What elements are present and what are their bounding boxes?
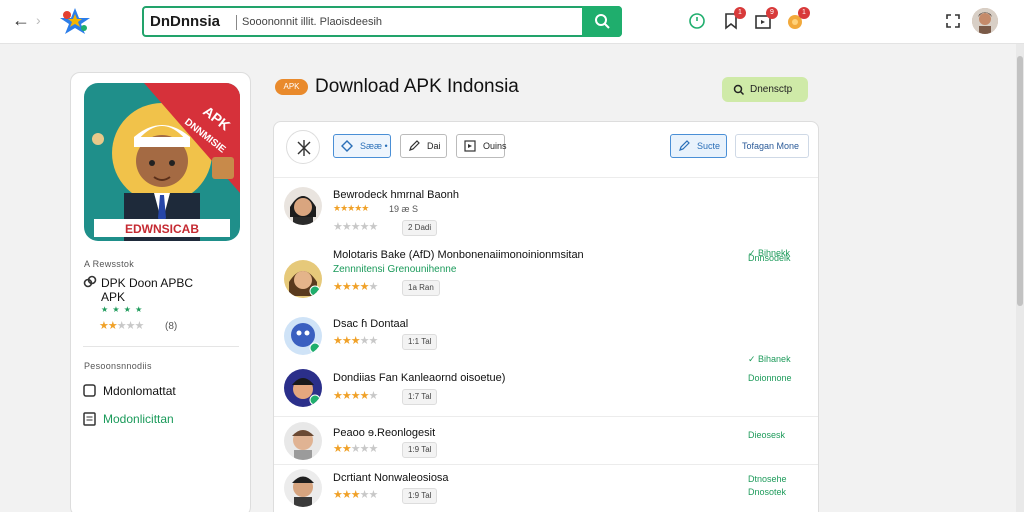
notification-badge: 1 xyxy=(734,7,746,19)
search-button[interactable] xyxy=(582,6,622,37)
coins-button[interactable]: 1 xyxy=(786,7,810,30)
app-avatar xyxy=(284,422,322,460)
pencil-icon xyxy=(409,140,420,151)
forward-arrow-icon[interactable]: › xyxy=(36,12,41,28)
app-title: Dcrtiant Nonwaleosiosa xyxy=(333,472,449,484)
size-chip: 2 Dadi xyxy=(402,220,438,236)
sort-button[interactable]: Tofagan Mone xyxy=(735,134,809,158)
edit-button-label: Dai xyxy=(427,141,441,151)
app-banner-image[interactable]: APK DNNMISIE EDWNSICAB xyxy=(84,83,240,241)
app-title: Peaoo ɘ.Reonlogesit xyxy=(333,427,436,439)
search-brand-label: DnDnnsia xyxy=(150,13,221,30)
row-divider xyxy=(274,464,818,465)
app-title: Molotaris Bake (AfD) Monbonenaiimonoinio… xyxy=(333,249,584,261)
section-label-permissions: Pesoonsnnodiis xyxy=(84,361,152,371)
download-label: Dtnosehe xyxy=(748,474,787,484)
bookmark-button[interactable]: 1 xyxy=(722,7,746,30)
rating-stars: ★★★★★ xyxy=(333,443,378,455)
size-chip: 1:9 Tal xyxy=(402,442,438,458)
apk-pill-badge: APK xyxy=(275,79,308,95)
search-bar: DnDnnsia xyxy=(142,6,622,37)
download-action-label: Dnensctp xyxy=(750,84,793,95)
app-rating-stars: ★★★★★ xyxy=(99,320,144,332)
checkbox-icon[interactable] xyxy=(83,384,96,400)
rating-stars: ★★★★★ xyxy=(333,203,369,213)
rating-stars: ★★★★★ xyxy=(333,335,378,347)
rating-count: (8) xyxy=(165,321,178,332)
site-logo[interactable] xyxy=(58,6,92,36)
clock-icon[interactable] xyxy=(688,12,706,30)
document-icon xyxy=(83,412,96,429)
notification-badge: 1 xyxy=(798,7,810,19)
rating-stars: ★★★★★ xyxy=(333,390,378,402)
extra-right-label: Doionnone xyxy=(748,373,792,383)
back-arrow-icon[interactable]: ← xyxy=(12,10,32,30)
edit-button[interactable]: Dai xyxy=(400,134,447,158)
extra-right-label: Dnosotek xyxy=(748,487,787,497)
app-name-line1[interactable]: DPK Doon APBC xyxy=(101,276,193,290)
share-button[interactable]: Sucte xyxy=(670,134,727,158)
filter-dropdown-label: Sææ • xyxy=(360,141,388,151)
banner-bottom-text: EDWNSICAB xyxy=(125,222,199,236)
search-icon xyxy=(595,14,610,29)
extra-right-label: Dnnsodeik xyxy=(748,253,791,263)
divider xyxy=(83,346,239,347)
search-input[interactable] xyxy=(242,12,578,32)
app-list-card: Sææ • Dai Ouins Sucte Tofagan Mone Bewro… xyxy=(273,121,819,512)
settings-button[interactable] xyxy=(286,130,320,164)
rating-stars: ★★★★★ xyxy=(333,489,378,501)
asterisk-icon xyxy=(297,140,311,156)
size-chip: 1:9 Tal xyxy=(402,488,438,504)
size-chip: 1:1 Tal xyxy=(402,334,438,350)
user-avatar[interactable] xyxy=(972,8,998,34)
filter-dropdown-button[interactable]: Sææ • xyxy=(333,134,391,158)
row-divider xyxy=(274,416,818,417)
app-title: Bewrodeck hmrnal Baonh xyxy=(333,189,459,201)
diamond-icon xyxy=(341,140,353,152)
top-bar: ← › DnDnnsia 1 9 xyxy=(0,0,1024,44)
app-avatar xyxy=(284,369,322,407)
sort-button-label: Tofagan Mone xyxy=(742,141,800,151)
download-action-button[interactable]: Dnensctp xyxy=(722,77,808,102)
app-mascot-illustration: APK DNNMISIE EDWNSICAB xyxy=(84,83,240,241)
app-avatar xyxy=(284,317,322,355)
download-manager-button[interactable]: 9 xyxy=(754,7,778,30)
pencil-icon xyxy=(679,140,690,151)
app-title: Dsac ɦ Dontaal xyxy=(333,318,409,330)
app-avatar xyxy=(284,187,322,225)
link-chain-icon xyxy=(83,275,97,292)
search-divider xyxy=(236,15,237,30)
user-avatar-icon xyxy=(972,8,998,34)
rating-stars-secondary: ★★★★★ xyxy=(333,221,378,233)
app-info-card: APK DNNMISIE EDWNSICAB A Rewsstok DPK Do… xyxy=(70,72,251,512)
notification-badge: 9 xyxy=(766,7,778,19)
page-title: Download APK Indonsia xyxy=(315,76,519,97)
size-chip: 1a Ran xyxy=(402,280,440,296)
download-label: Dieosesk xyxy=(748,430,786,440)
sidebar-link-1[interactable]: Mdonlomattat xyxy=(103,384,176,398)
app-avatar xyxy=(284,469,322,507)
app-avatar xyxy=(284,260,322,298)
view-button-label: Ouins xyxy=(483,141,507,151)
window-icon xyxy=(464,140,476,152)
green-rating-stars: ★ ★ ★ ★ xyxy=(101,305,144,314)
view-button[interactable]: Ouins xyxy=(456,134,507,158)
fullscreen-icon[interactable] xyxy=(944,12,962,30)
app-developer: Zennnitensi Grenounihenne xyxy=(333,264,457,275)
search-icon xyxy=(733,84,745,96)
app-name-line2: APK xyxy=(101,290,126,304)
toolbar-divider xyxy=(274,177,818,178)
app-title: Dondiias Fan Kanleaornd oisoetue) xyxy=(333,372,506,384)
verified-label: ✓ Bihanek xyxy=(748,354,791,364)
size-chip: 1:7 Tal xyxy=(402,389,438,405)
sidebar-link-2[interactable]: Modonlicittan xyxy=(103,412,174,426)
scrollbar-thumb[interactable] xyxy=(1017,56,1023,306)
section-label-review: A Rewsstok xyxy=(84,259,135,269)
rating-meta: 19 æ S xyxy=(389,204,419,214)
rating-stars: ★★★★★ xyxy=(333,281,378,293)
share-button-label: Sucte xyxy=(697,141,721,151)
